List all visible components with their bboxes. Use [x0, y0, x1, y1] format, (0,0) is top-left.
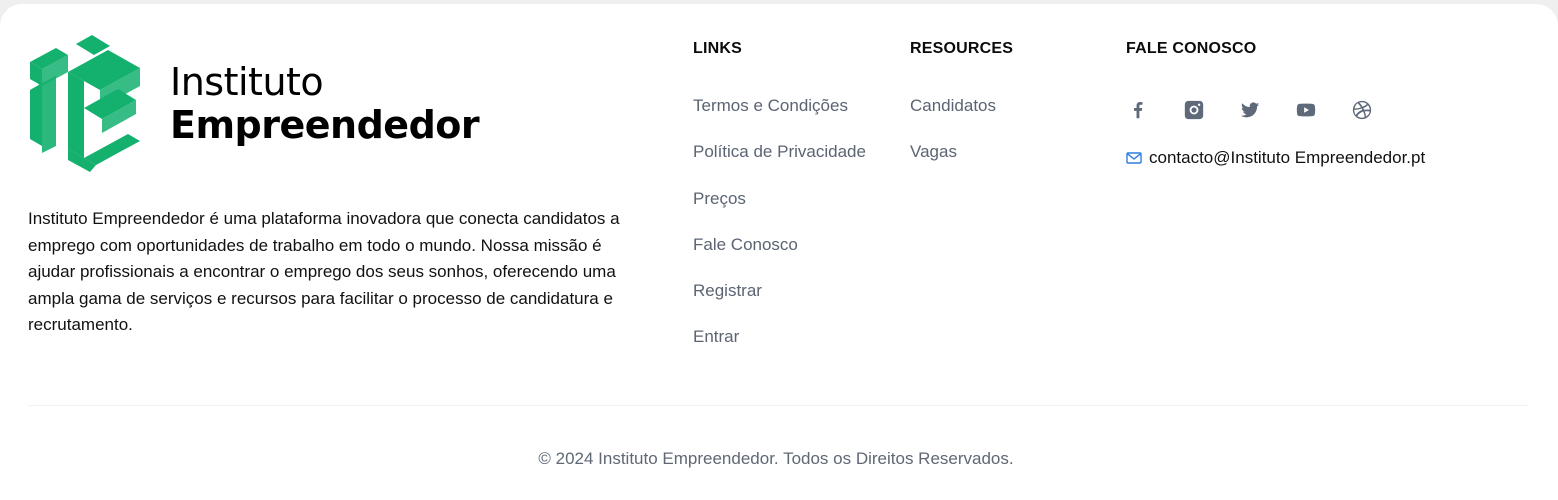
site-footer: Instituto Empreendedor Instituto Empreen… — [0, 4, 1558, 500]
links-list: Termos e Condições Política de Privacida… — [693, 96, 866, 374]
link-termos[interactable]: Termos e Condições — [693, 96, 866, 142]
social-links — [1126, 98, 1425, 122]
links-heading: LINKS — [693, 40, 742, 57]
dribbble-icon[interactable] — [1350, 98, 1374, 122]
brand-name-line1: Instituto — [170, 60, 324, 105]
link-privacidade[interactable]: Política de Privacidade — [693, 142, 866, 188]
brand-logo[interactable]: Instituto Empreendedor — [28, 34, 480, 174]
links-column: LINKS Termos e Condições Política de Pri… — [693, 40, 866, 374]
resources-column: RESOURCES Candidatos Vagas — [910, 40, 1013, 189]
contact-email[interactable]: contacto@Instituto Empreendedor.pt — [1126, 148, 1425, 168]
link-fale-conosco[interactable]: Fale Conosco — [693, 235, 866, 281]
ie-logo-icon — [30, 35, 140, 172]
facebook-icon[interactable] — [1126, 98, 1150, 122]
link-entrar[interactable]: Entrar — [693, 327, 866, 373]
instagram-icon[interactable] — [1182, 98, 1206, 122]
mail-icon — [1126, 152, 1142, 164]
link-candidatos[interactable]: Candidatos — [910, 96, 1013, 142]
contact-email-text: contacto@Instituto Empreendedor.pt — [1149, 148, 1426, 167]
about-text: Instituto Empreendedor é uma plataforma … — [28, 209, 620, 334]
copyright-text: © 2024 Instituto Empreendedor. Todos os … — [538, 449, 1014, 468]
link-registrar[interactable]: Registrar — [693, 281, 866, 327]
resources-heading: RESOURCES — [910, 40, 1014, 57]
brand-name: Instituto Empreendedor — [170, 60, 480, 147]
link-precos[interactable]: Preços — [693, 189, 866, 235]
brand-name-line2: Empreendedor — [170, 103, 480, 147]
link-vagas[interactable]: Vagas — [910, 142, 1013, 188]
twitter-icon[interactable] — [1238, 98, 1262, 122]
resources-list: Candidatos Vagas — [910, 96, 1013, 189]
footer-divider — [28, 405, 1528, 406]
youtube-icon[interactable] — [1294, 98, 1318, 122]
contact-heading: FALE CONOSCO — [1126, 40, 1257, 57]
contact-column: FALE CONOSCO contacto@Instituto Empreend… — [1126, 40, 1425, 168]
